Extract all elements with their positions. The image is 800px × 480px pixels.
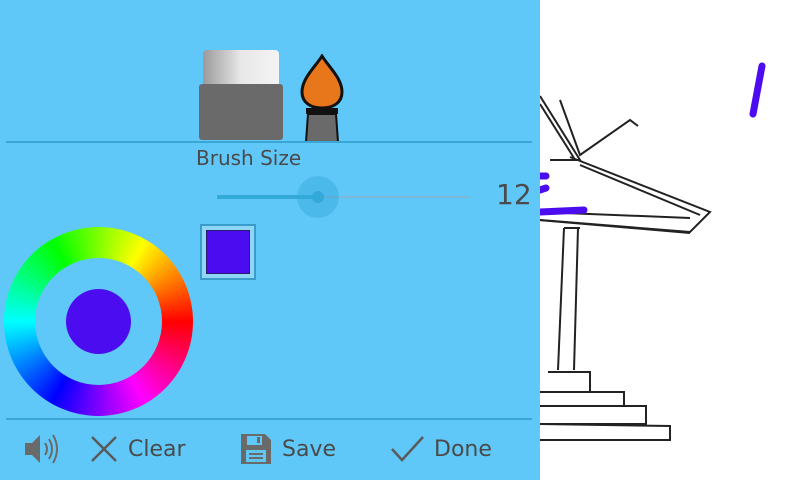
drawing-canvas[interactable] (540, 0, 800, 480)
clear-button-label: Clear (128, 436, 186, 462)
divider (6, 141, 532, 143)
save-button-label: Save (282, 436, 337, 462)
color-wheel[interactable] (4, 227, 193, 416)
selected-color-fill (206, 230, 250, 274)
brush-size-value: 12 (496, 178, 532, 211)
save-disk-icon (241, 434, 271, 464)
eraser-tool[interactable] (198, 50, 284, 140)
color-wheel-center-preview[interactable] (66, 289, 131, 354)
save-button[interactable]: Save (238, 426, 336, 472)
clear-button[interactable]: Clear (88, 426, 186, 472)
brush-tool[interactable] (296, 53, 348, 143)
divider (6, 418, 532, 420)
close-icon (91, 436, 117, 462)
checkmark-icon (391, 436, 424, 462)
done-button[interactable]: Done (388, 426, 492, 472)
sound-button[interactable] (22, 426, 68, 472)
speaker-icon (25, 434, 58, 464)
eraser-icon (199, 50, 283, 140)
selected-color-swatch[interactable] (200, 224, 256, 280)
brush-size-label: Brush Size (196, 146, 302, 170)
brush-settings-panel: Brush Size 12 Clear Save Done (0, 0, 540, 480)
paintbrush-icon (300, 53, 344, 143)
sketch-drawing (540, 62, 766, 441)
done-button-label: Done (434, 436, 492, 462)
